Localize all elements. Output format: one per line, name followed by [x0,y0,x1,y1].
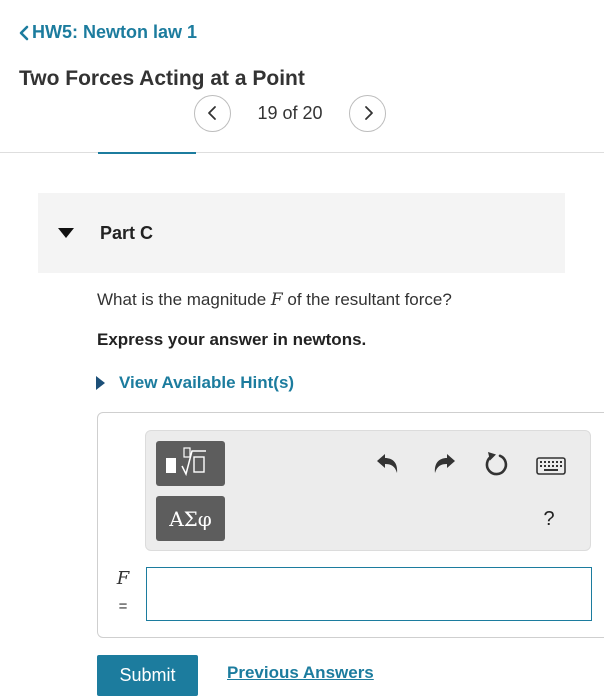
back-to-assignment-link[interactable]: HW5: Newton law 1 [18,22,197,43]
question-text: What is the magnitude F of the resultant… [97,290,452,310]
submit-button[interactable]: Submit [97,655,198,696]
reset-button[interactable] [484,451,510,477]
question-variable: F [270,290,283,310]
chevron-left-icon [207,106,216,120]
active-tab-indicator [98,152,196,154]
answer-panel: ΑΣφ ? F = [97,412,604,638]
keyboard-button[interactable] [536,457,566,475]
page-title: Two Forces Acting at a Point [19,67,305,90]
part-label: Part C [100,222,154,243]
math-templates-icon [165,446,206,476]
chevron-right-icon [364,106,373,120]
hint-label: View Available Hint(s) [119,373,295,392]
question-prefix: What is the magnitude [97,290,271,309]
item-pager: 19 of 20 [194,94,386,132]
item-position: 19 of 20 [257,102,323,123]
greek-symbols-button[interactable]: ΑΣφ [156,496,225,541]
header-divider [0,152,604,153]
redo-icon [434,454,455,473]
part-c-header[interactable]: Part C [38,193,565,273]
equals-sign: = [118,598,128,615]
next-item-button[interactable] [349,94,386,132]
math-templates-button[interactable] [156,441,225,486]
previous-item-button[interactable] [194,94,231,132]
undo-button[interactable] [376,452,400,476]
chevron-left-icon [19,25,29,40]
answer-variable-label: F [116,568,130,589]
undo-icon [377,454,398,473]
back-link-label: HW5: Newton law 1 [32,22,198,42]
reset-icon [485,452,508,476]
help-button[interactable]: ? [537,507,561,531]
previous-answers-link[interactable]: Previous Answers [227,663,374,683]
view-hints-toggle[interactable]: View Available Hint(s) [96,373,294,393]
answer-instruction: Express your answer in newtons. [97,330,367,349]
math-toolbar: ΑΣφ ? [145,430,591,551]
keyboard-icon [536,457,566,475]
answer-input[interactable] [146,567,592,621]
caret-down-icon [58,228,74,238]
redo-button[interactable] [432,452,456,476]
caret-right-icon [96,376,105,390]
question-suffix: of the resultant force? [282,290,452,309]
